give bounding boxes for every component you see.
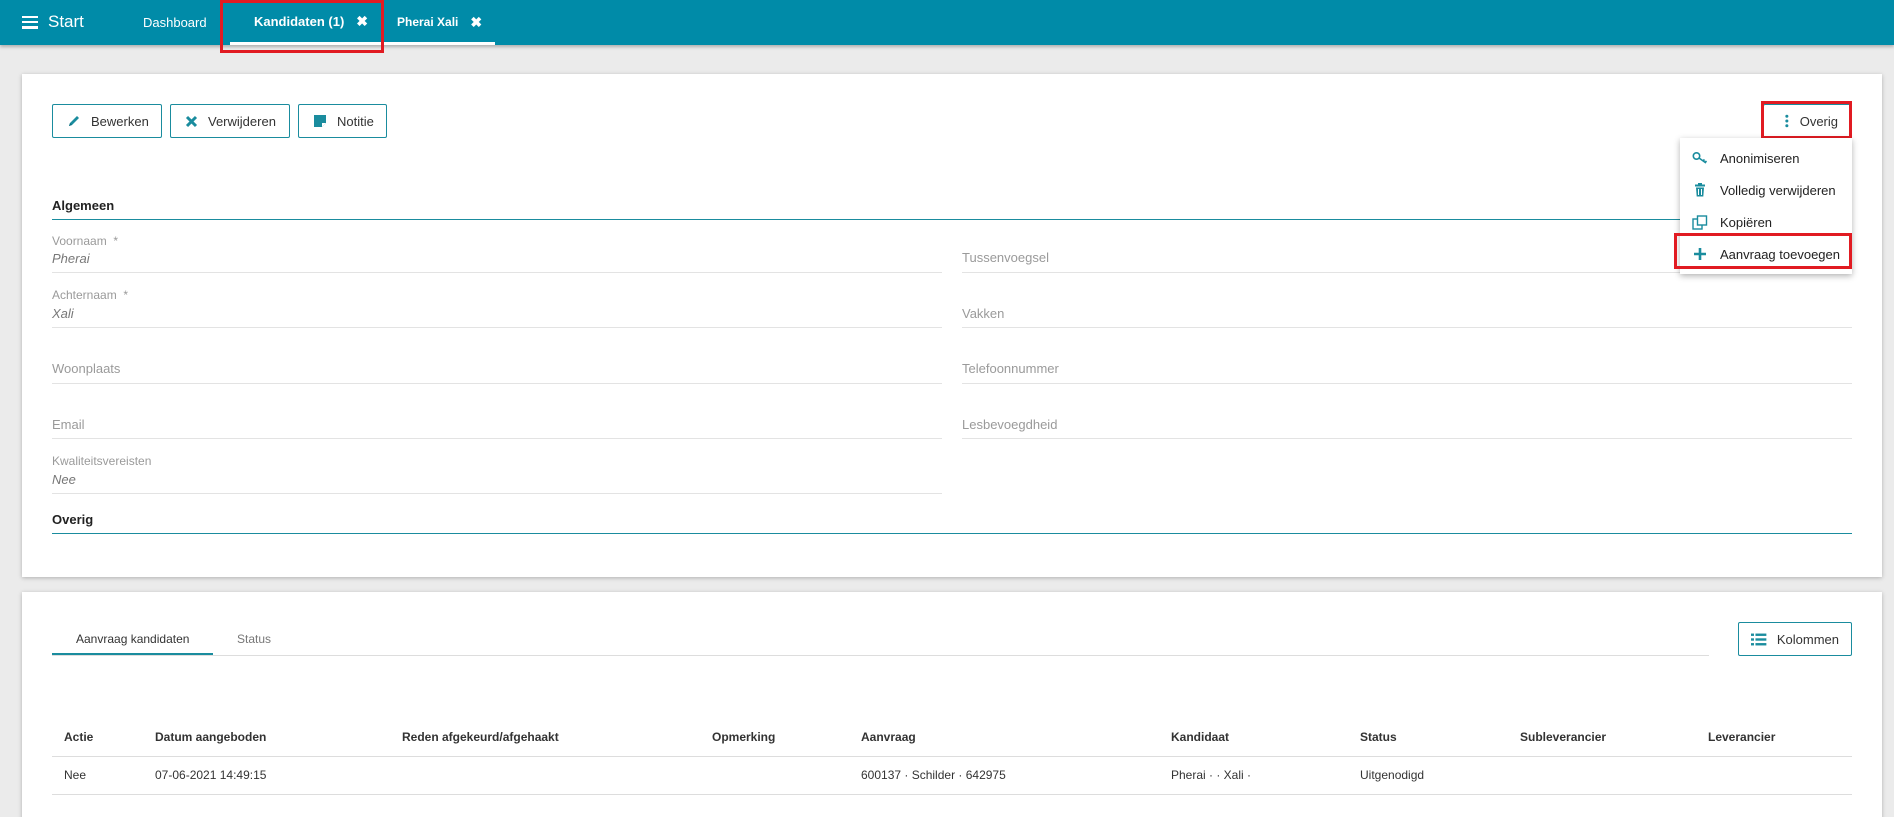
more-vertical-icon: [1785, 114, 1789, 128]
menu-item-aanvraag-toevoegen[interactable]: Aanvraag toevoegen: [1680, 238, 1852, 270]
sticky-note-icon: [314, 115, 326, 127]
section-divider: [52, 219, 1722, 220]
tab-label: Pherai Xali: [397, 15, 459, 29]
more-label: Overig: [1799, 113, 1838, 129]
voornaam-field[interactable]: Pherai: [52, 251, 90, 266]
tab-label: Kandidaten (1): [254, 13, 345, 29]
achternaam-field[interactable]: Xali: [52, 306, 74, 321]
table-header[interactable]: Subleverancier: [1520, 730, 1606, 744]
menu-item-anonimiseren[interactable]: Anonimiseren: [1680, 142, 1852, 174]
woonplaats-field[interactable]: Woonplaats: [52, 361, 120, 376]
note-label: Notitie: [337, 113, 374, 129]
table-cell: Pherai · · Xali ·: [1171, 768, 1252, 782]
kwaliteitsvereisten-label: Kwaliteitsvereisten: [52, 454, 152, 468]
close-icon: [185, 115, 198, 127]
tussenvoegsel-field[interactable]: Tussenvoegsel: [962, 250, 1049, 265]
key-icon: [1692, 151, 1708, 164]
delete-button[interactable]: Verwijderen: [170, 104, 290, 138]
telefoonnummer-field[interactable]: Telefoonnummer: [962, 361, 1059, 376]
more-dropdown-menu: Anonimiseren Volledig verwijderen Kopiër…: [1680, 138, 1852, 274]
field-underline: [962, 327, 1852, 328]
table-header[interactable]: Aanvraag: [861, 730, 916, 744]
start-menu-button[interactable]: Start: [22, 12, 84, 32]
plus-icon: [1694, 248, 1706, 260]
close-icon[interactable]: ✖: [470, 14, 482, 31]
menu-item-kopieren[interactable]: Kopiëren: [1680, 206, 1852, 238]
table-header[interactable]: Reden afgekeurd/afgehaakt: [402, 730, 559, 744]
menu-item-label: Kopiëren: [1720, 214, 1773, 230]
tab-dashboard[interactable]: Dashboard: [143, 0, 207, 45]
more-button[interactable]: Overig: [1763, 104, 1851, 138]
menu-item-volledig-verwijderen[interactable]: Volledig verwijderen: [1680, 174, 1852, 206]
start-label: Start: [48, 12, 84, 31]
field-underline: [52, 383, 942, 384]
table-cell: 07-06-2021 14:49:15: [155, 768, 267, 782]
tab-status[interactable]: Status: [237, 632, 271, 646]
field-underline: [52, 438, 942, 439]
columns-button[interactable]: Kolommen: [1738, 622, 1852, 656]
field-underline: [52, 272, 942, 273]
table-row-divider: [52, 794, 1852, 795]
email-field[interactable]: Email: [52, 417, 85, 432]
tab-label: Dashboard: [143, 15, 207, 30]
requests-card: Aanvraag kandidaten Status Kolommen Acti…: [22, 592, 1882, 817]
tab-kandidaten[interactable]: Kandidaten (1) ✖: [230, 0, 394, 45]
field-underline: [962, 438, 1852, 439]
field-underline: [52, 327, 942, 328]
pencil-icon: [69, 116, 79, 126]
section-title-other: Overig: [52, 512, 94, 527]
kwaliteitsvereisten-field[interactable]: Nee: [52, 472, 76, 487]
achternaam-label: Achternaam *: [52, 288, 129, 302]
close-icon[interactable]: ✖: [356, 13, 368, 30]
trash-icon: [1695, 183, 1705, 197]
section-divider: [52, 533, 1852, 534]
table-header[interactable]: Status: [1360, 730, 1397, 744]
delete-label: Verwijderen: [208, 113, 276, 129]
menu-item-label: Volledig verwijderen: [1720, 182, 1836, 198]
field-underline: [962, 383, 1852, 384]
copy-icon: [1692, 214, 1708, 230]
table-header[interactable]: Kandidaat: [1171, 730, 1229, 744]
table-header-divider: [52, 756, 1852, 757]
table-header[interactable]: Opmerking: [712, 730, 775, 744]
edit-label: Bewerken: [91, 113, 149, 129]
list-icon: [1751, 633, 1767, 645]
note-button[interactable]: Notitie: [298, 104, 387, 138]
top-navigation-bar: Start Dashboard Kandidaten (1) ✖ Pherai …: [0, 0, 1894, 45]
candidate-detail-card: Bewerken Verwijderen Notitie Overig Alge…: [22, 74, 1882, 577]
section-title-general: Algemeen: [52, 198, 115, 213]
table-header[interactable]: Datum aangeboden: [155, 730, 266, 744]
table-cell: Nee: [64, 768, 87, 782]
table-header[interactable]: Leverancier: [1708, 730, 1775, 744]
tab-pherai-xali[interactable]: Pherai Xali ✖: [385, 2, 496, 45]
columns-label: Kolommen: [1776, 631, 1839, 647]
hamburger-icon: [22, 15, 38, 29]
table-header[interactable]: Actie: [64, 730, 93, 744]
menu-item-label: Anonimiseren: [1720, 150, 1800, 166]
menu-item-label: Aanvraag toevoegen: [1720, 246, 1840, 262]
vakken-field[interactable]: Vakken: [962, 306, 1004, 321]
field-underline: [52, 493, 942, 494]
voornaam-label: Voornaam *: [52, 234, 119, 248]
table-cell: Uitgenodigd: [1360, 768, 1425, 782]
tab-aanvraag-kandidaten[interactable]: Aanvraag kandidaten: [76, 632, 189, 646]
lesbevoegdheid-field[interactable]: Lesbevoegdheid: [962, 417, 1057, 432]
edit-button[interactable]: Bewerken: [52, 104, 162, 138]
table-cell: 600137 · Schilder · 642975: [861, 768, 1006, 782]
tab-underline: [52, 655, 1709, 656]
